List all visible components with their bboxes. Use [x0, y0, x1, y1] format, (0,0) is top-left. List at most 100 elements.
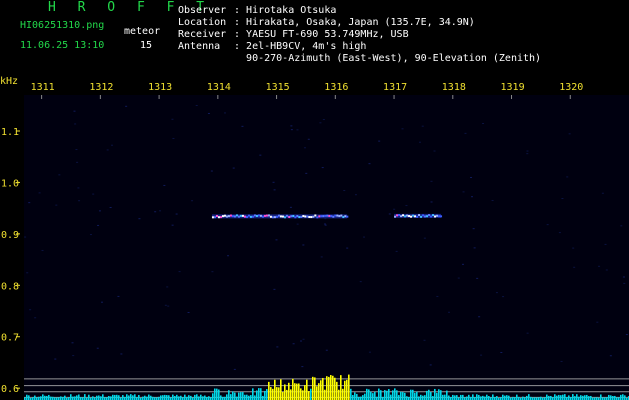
signal-bar: [346, 379, 348, 400]
signal-bar: [560, 395, 562, 400]
noise-dot: [75, 149, 78, 151]
signal-bar: [116, 394, 118, 400]
noise-dot: [24, 236, 27, 238]
signal-bar: [430, 391, 432, 400]
signal-bar: [342, 388, 344, 400]
noise-dot: [598, 265, 601, 267]
noise-dot: [232, 167, 235, 169]
signal-bar: [356, 393, 358, 400]
noise-dot: [623, 282, 626, 284]
signal-bar: [234, 392, 236, 400]
noise-dot: [368, 351, 371, 353]
signal-bar: [348, 374, 350, 400]
noise-dot: [378, 140, 381, 142]
signal-bar: [96, 395, 98, 400]
signal-bar: [394, 388, 396, 400]
signal-bar: [484, 396, 486, 400]
signal-bar: [436, 392, 438, 400]
meteor-echo-pixel: [338, 215, 341, 218]
meteor-echo-pixel: [229, 214, 232, 217]
meteor-echo-pixel: [396, 214, 399, 217]
signal-bar: [312, 376, 314, 400]
signal-bar: [250, 395, 252, 400]
spectrogram-chart: kHz 1311 1312 1313 1314 1315 1316 1317 1318 1319…: [0, 76, 629, 400]
noise-dot: [233, 368, 236, 370]
noise-dot: [423, 237, 426, 239]
noise-dot: [305, 172, 308, 174]
signal-bar: [476, 394, 478, 400]
signal-bar: [166, 395, 168, 400]
noise-dot: [470, 177, 473, 179]
meteor-echo-pixel: [426, 215, 429, 218]
signal-bar: [264, 390, 266, 400]
noise-dot: [300, 340, 303, 342]
signal-bar: [466, 396, 468, 400]
meteor-echo-pixel: [300, 215, 303, 218]
y-tick-layer: 1.1 1.0 0.9 0.8 0.7 0.6: [1, 127, 20, 395]
signal-bar: [438, 389, 440, 400]
x-tick-label: 1312: [89, 82, 113, 93]
signal-bar: [46, 395, 48, 400]
noise-dot: [117, 295, 120, 297]
meteor-echo-pixel: [261, 215, 264, 218]
signal-bar: [366, 388, 368, 400]
signal-bar: [34, 395, 36, 400]
meteor-echo-pixel: [294, 216, 297, 219]
signal-bar: [442, 394, 444, 400]
signal-bar: [260, 388, 262, 400]
noise-dot: [320, 256, 323, 258]
noise-dot: [175, 213, 178, 215]
signal-bar: [448, 395, 450, 400]
noise-dot: [78, 200, 81, 202]
noise-dot: [573, 266, 576, 268]
noise-dot: [29, 309, 32, 311]
noise-dot: [55, 204, 58, 206]
signal-bar: [428, 389, 430, 400]
noise-dot: [303, 147, 306, 149]
noise-dot: [210, 170, 213, 172]
signal-bar: [424, 395, 426, 400]
meteor-echo-pixel: [251, 215, 254, 218]
meteor-echo-pixel: [217, 216, 220, 219]
signal-bar: [580, 395, 582, 400]
signal-bar: [148, 394, 150, 400]
signal-bar: [306, 379, 308, 400]
signal-bar: [328, 376, 330, 400]
signal-bar: [324, 389, 326, 400]
meteor-echo-pixel: [318, 215, 321, 218]
signal-bar: [392, 390, 394, 400]
meteor-echo-pixel: [285, 214, 288, 217]
noise-dot: [620, 225, 623, 227]
signal-bar: [70, 394, 72, 400]
meteor-echo-pixel: [434, 215, 437, 218]
meteor-echo-pixel: [436, 214, 439, 217]
noise-dot: [325, 349, 328, 351]
signal-bar: [188, 395, 190, 400]
signal-bar: [472, 394, 474, 400]
noise-dot: [191, 200, 194, 202]
meteor-echo-pixel: [406, 214, 409, 217]
signal-bar: [360, 396, 362, 400]
y-tick-label: 0.8: [1, 281, 19, 292]
signal-bar: [454, 395, 456, 400]
signal-bar: [142, 396, 144, 400]
signal-bar: [304, 385, 306, 400]
meteor-echo-pixel: [334, 214, 337, 217]
signal-bar: [482, 395, 484, 400]
signal-bar: [452, 394, 454, 400]
meteor-echo-pixel: [259, 214, 262, 217]
meteor-echo-pixel: [273, 216, 276, 219]
signal-bar: [114, 394, 116, 400]
meteor-echo-pixel: [418, 214, 421, 217]
signal-bar: [558, 394, 560, 400]
noise-dot: [324, 218, 327, 220]
meteor-echo-pixel: [332, 215, 335, 218]
meteor-echo-pixel: [308, 216, 311, 219]
signal-bar: [422, 395, 424, 400]
signal-bar: [416, 391, 418, 400]
signal-bar: [60, 396, 62, 400]
meteor-echo-pixel: [404, 215, 407, 218]
meteor-echo-pixel: [340, 214, 343, 217]
noise-dot: [433, 150, 436, 152]
meteor-echo-pixel: [243, 215, 246, 218]
